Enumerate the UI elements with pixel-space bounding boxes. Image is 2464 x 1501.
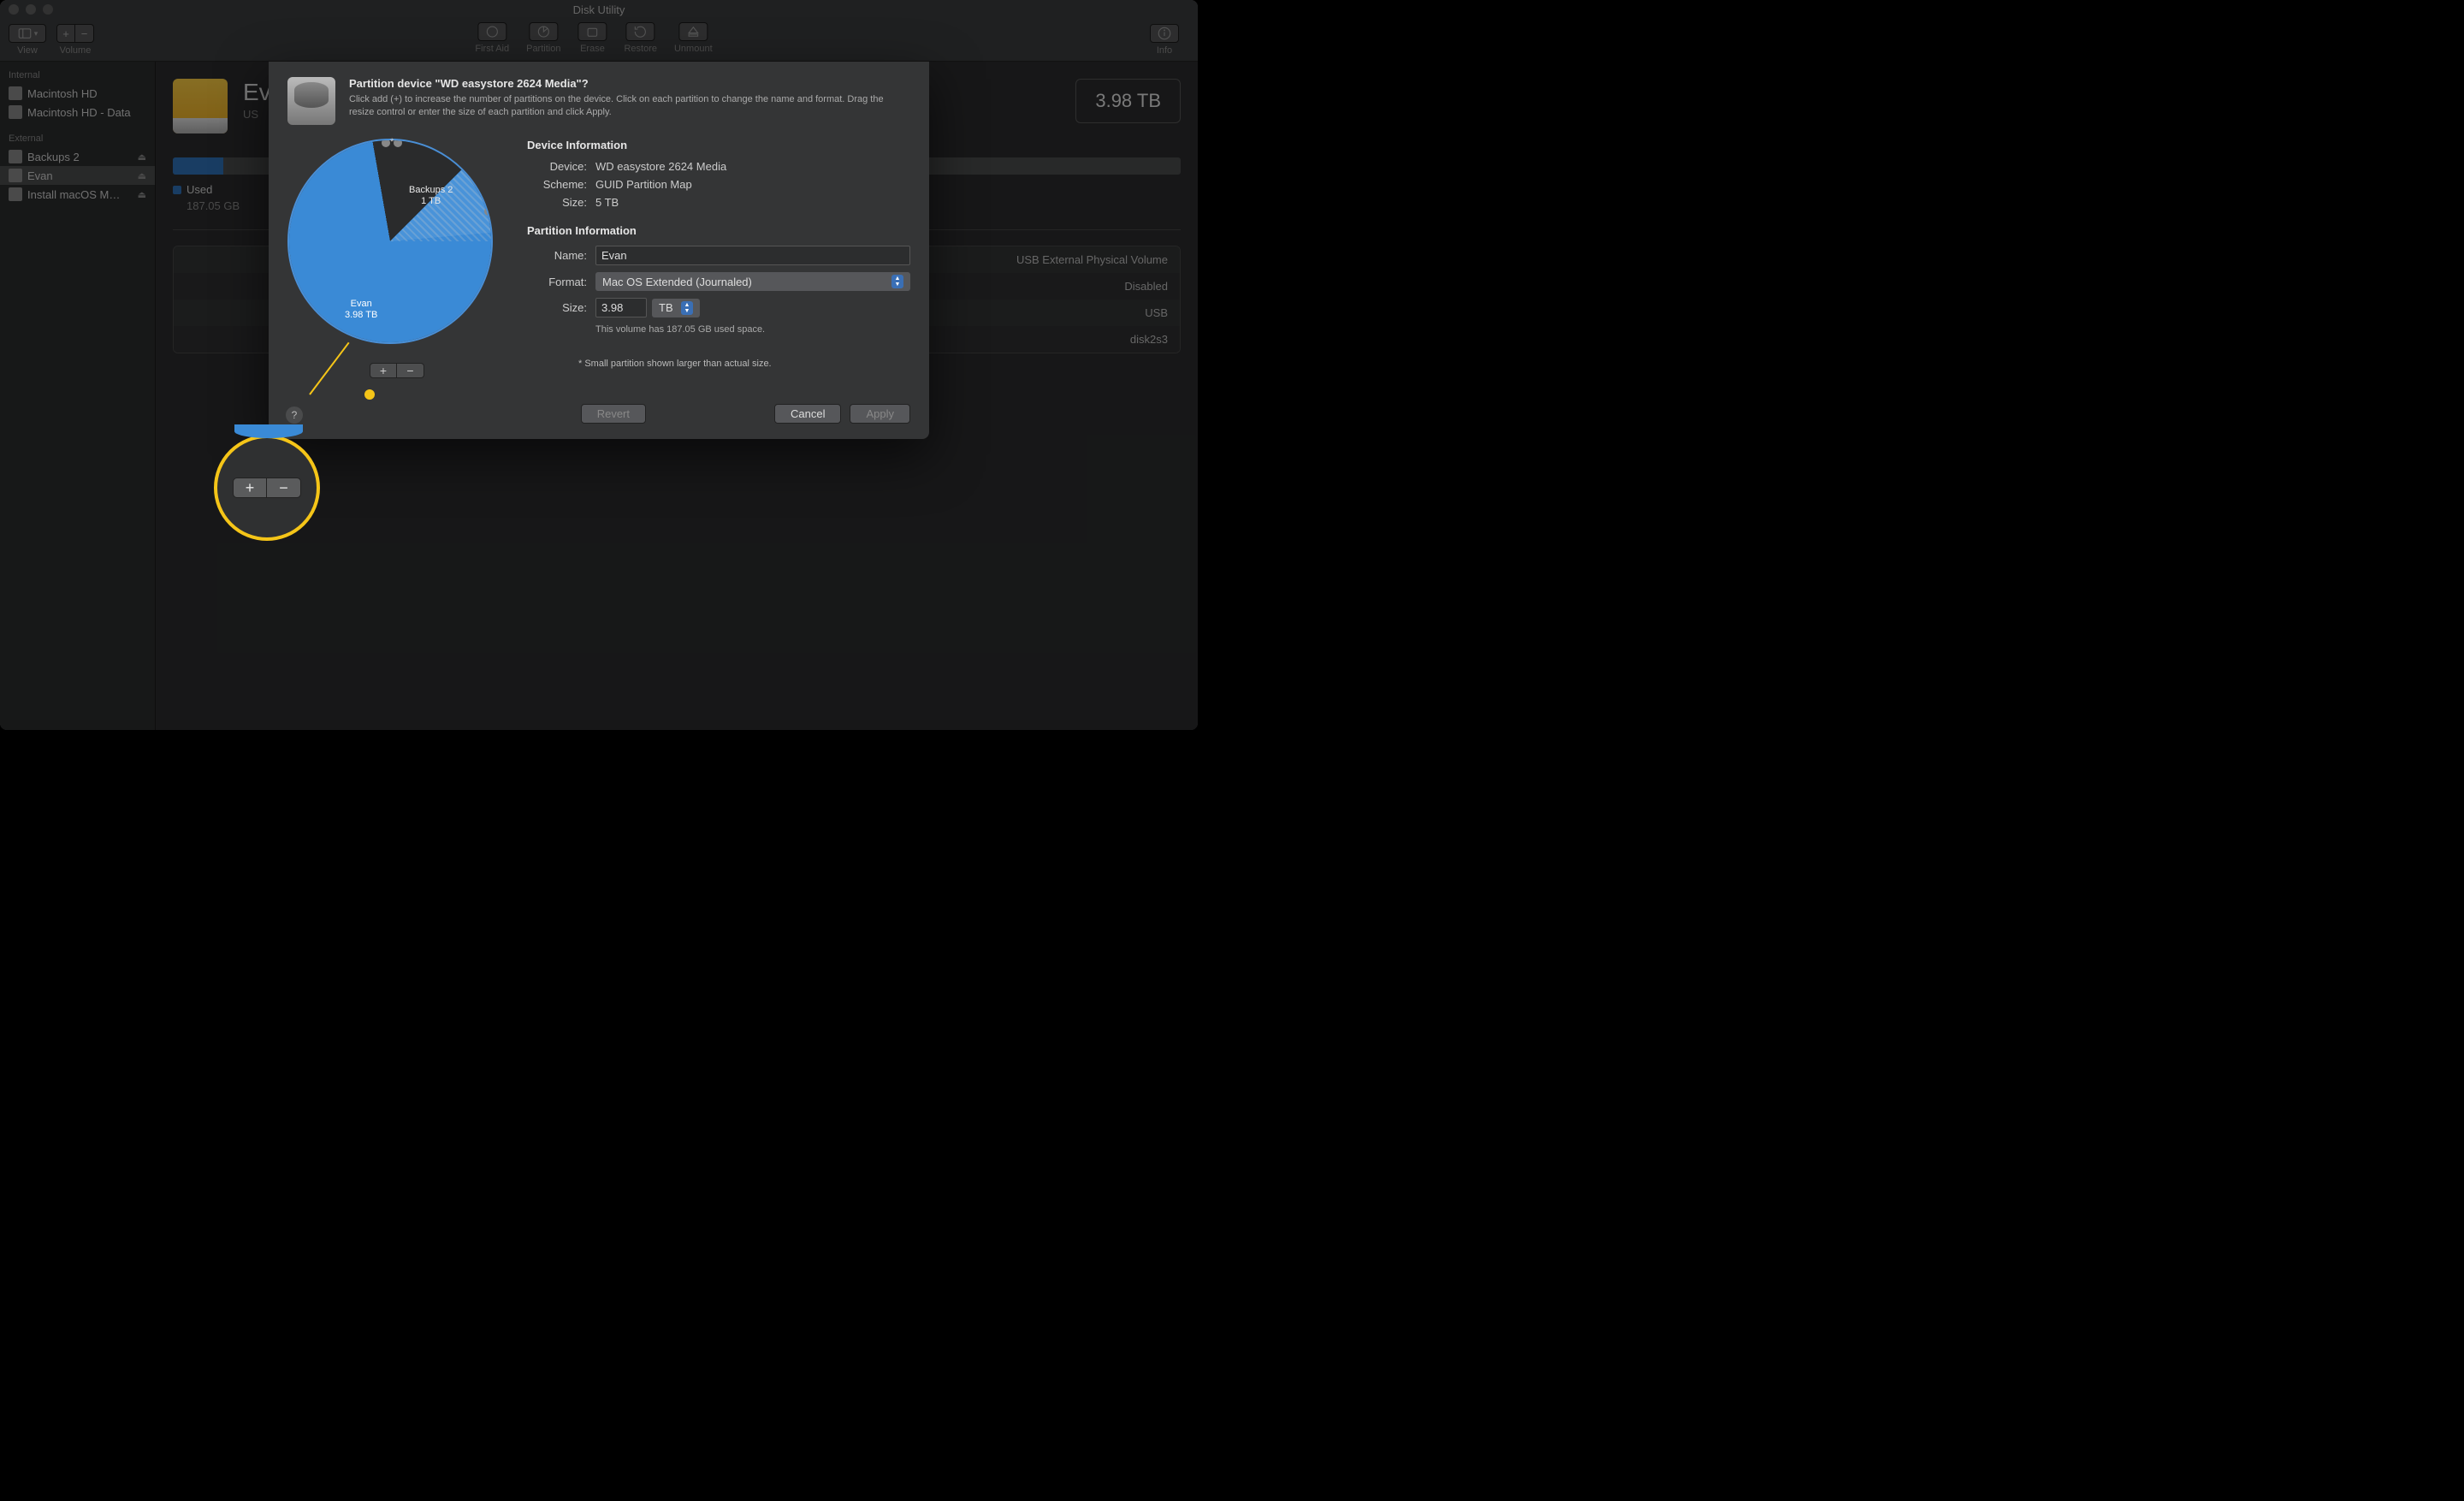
partition-name-input[interactable] [595, 246, 910, 265]
size-unit-select[interactable]: TB ▲▼ [652, 299, 700, 317]
zoomed-add-remove: + − [233, 478, 301, 498]
cancel-button[interactable]: Cancel [774, 404, 841, 424]
help-button[interactable]: ? [286, 406, 303, 424]
hard-disk-icon [287, 77, 335, 125]
partition-info-header: Partition Information [527, 224, 910, 237]
size-value: 5 TB [595, 196, 619, 209]
device-key: Device: [527, 160, 587, 173]
psize-key: Size: [527, 301, 587, 314]
partition-pie[interactable]: Backups 21 TB Evan3.98 TB * + − [287, 139, 501, 378]
scheme-value: GUID Partition Map [595, 178, 692, 191]
revert-button[interactable]: Revert [581, 404, 646, 424]
zoomed-remove-button: − [267, 478, 301, 498]
resize-handle[interactable] [394, 139, 402, 147]
asterisk-marker: * [390, 137, 394, 147]
pie-label-backups2: Backups 21 TB [409, 185, 453, 207]
remove-partition-button[interactable]: − [397, 363, 424, 378]
size-key: Size: [527, 196, 587, 209]
chevron-updown-icon: ▲▼ [891, 275, 903, 288]
add-partition-button[interactable]: + [370, 363, 397, 378]
sheet-description: Click add (+) to increase the number of … [349, 93, 910, 120]
app-window: Disk Utility ▾ View + − Volume First Aid [0, 0, 1198, 730]
format-select[interactable]: Mac OS Extended (Journaled) ▲▼ [595, 272, 910, 291]
sheet-title: Partition device "WD easystore 2624 Medi… [349, 77, 910, 90]
device-value: WD easystore 2624 Media [595, 160, 726, 173]
asterisk-note: * Small partition shown larger than actu… [578, 359, 910, 369]
pie-label-evan: Evan3.98 TB [345, 299, 377, 321]
partition-add-remove: + − [370, 363, 424, 378]
resize-handle[interactable] [382, 139, 390, 147]
apply-button[interactable]: Apply [850, 404, 910, 424]
zoomed-add-button: + [233, 478, 267, 498]
device-info-header: Device Information [527, 139, 910, 151]
partition-size-input[interactable] [595, 298, 647, 317]
resize-handle[interactable] [484, 207, 493, 216]
format-value: Mac OS Extended (Journaled) [602, 276, 752, 288]
name-key: Name: [527, 249, 587, 262]
used-space-note: This volume has 187.05 GB used space. [595, 324, 910, 335]
scheme-key: Scheme: [527, 178, 587, 191]
partition-sheet: Partition device "WD easystore 2624 Medi… [269, 62, 929, 439]
chevron-updown-icon: ▲▼ [681, 301, 693, 315]
format-key: Format: [527, 276, 587, 288]
annotation-dot [364, 389, 375, 400]
size-unit-value: TB [659, 301, 673, 314]
annotation-circle: + − [214, 435, 320, 541]
